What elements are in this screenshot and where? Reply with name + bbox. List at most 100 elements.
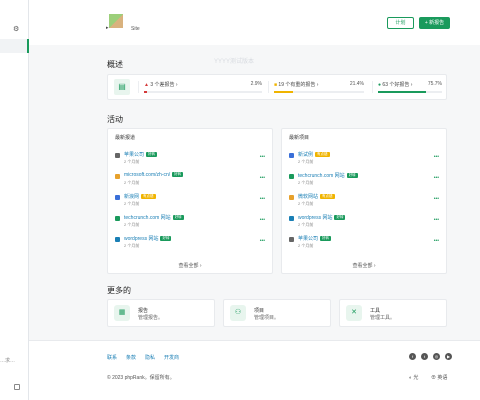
more-options-icon[interactable]: ••• <box>434 238 439 244</box>
view-all-projects-link[interactable]: 查看全部 › <box>282 262 446 269</box>
gear-icon[interactable]: ⚙ <box>13 25 19 33</box>
status-badge: 好转 <box>160 236 172 242</box>
facebook-icon[interactable]: f <box>409 353 416 360</box>
overview-good-bar <box>378 91 442 93</box>
more-options-icon[interactable]: ••• <box>260 154 265 160</box>
more-options-icon[interactable]: ••• <box>434 196 439 202</box>
list-item-name[interactable]: 新浪网 有点错 <box>124 193 156 200</box>
plan-button[interactable]: 计划 <box>387 17 414 29</box>
list-item-name-text: 苹果公司 <box>298 236 319 242</box>
more-options-icon[interactable]: ••• <box>260 196 265 202</box>
more-card-title: 项目 <box>254 308 265 314</box>
list-item-time: 2 个月前 <box>298 243 314 248</box>
list-item[interactable]: wordpress 网站 好转 2 个月前 ••• <box>289 214 439 230</box>
new-report-button[interactable]: + 新报告 <box>419 17 450 29</box>
list-item[interactable]: techcrunch.com 网站 好转 2 个月前 ••• <box>115 214 265 230</box>
youtube-icon[interactable]: ▶ <box>445 353 452 360</box>
status-badge: 好转 <box>346 173 358 179</box>
status-badge: 好转 <box>172 215 184 221</box>
status-badge: 好转 <box>172 172 184 178</box>
overview-good-reports-label[interactable]: ● 63 个好报告 › <box>378 81 412 88</box>
list-item-name[interactable]: microsoft.com/zh-cn/好转 <box>124 172 184 178</box>
overview-bad-pct: 2.9% <box>250 81 262 87</box>
view-all-reports-link[interactable]: 查看全部 › <box>108 262 272 269</box>
activity-title: 活动 <box>107 115 123 124</box>
project-icon: ⚇ <box>230 305 246 321</box>
list-item-name-text: 新浪网 <box>124 194 140 200</box>
divider <box>268 81 269 93</box>
overview-warn-reports-label[interactable]: ■ 19 个有重的报告 › <box>274 81 318 88</box>
list-item-time: 2 个月前 <box>124 243 140 248</box>
list-item-name[interactable]: techcrunch.com 网站 好转 <box>298 172 358 179</box>
collapse-icon[interactable] <box>14 384 20 390</box>
more-options-icon[interactable]: ••• <box>260 217 265 223</box>
list-item[interactable]: 苹果公司 好转 2 个月前 ••• <box>115 151 265 167</box>
latest-reports-card: 最新报道 苹果公司 好转 2 个月前 ••• microsoft.com/zh-cn/好… <box>107 128 273 274</box>
more-options-icon[interactable]: ••• <box>260 238 265 244</box>
footer-link-developers[interactable]: 开发商 <box>164 354 179 361</box>
list-item-name[interactable]: 苹果公司 好转 <box>124 151 158 158</box>
overview-bad-reports-label[interactable]: ▲ 3 个差报告 › <box>144 81 178 88</box>
list-item[interactable]: 新浪网 有点错 2 个月前 ••• <box>115 193 265 209</box>
list-item-name-text: wordpress 网站 <box>298 215 333 221</box>
list-item-name[interactable]: wordpress 网站 好转 <box>298 214 346 221</box>
more-title: 更多的 <box>107 286 131 295</box>
overview-bad-bar-fill <box>144 91 148 93</box>
instagram-icon[interactable]: ◎ <box>433 353 440 360</box>
page-header: ▸ Site 计划 + 新报告 <box>29 0 480 45</box>
list-item[interactable]: 微软网站 有点错 2 个月前 ••• <box>289 193 439 209</box>
list-item-time: 2 个月前 <box>298 159 314 164</box>
footer-link-privacy[interactable]: 隐私 <box>145 354 155 361</box>
more-options-icon[interactable]: ••• <box>260 175 265 181</box>
overview-good-pct: 75.7% <box>427 81 442 87</box>
more-card-reports[interactable]: ▦ 报告 管理报告。 <box>107 299 215 327</box>
copyright-text: © 2023 phpRank。保留所有。 <box>107 375 175 381</box>
footer-link-terms[interactable]: 条款 <box>126 354 136 361</box>
sidebar-active-item[interactable] <box>0 39 29 53</box>
overview-warn-bar-fill <box>274 91 294 93</box>
overview-warn-bar <box>274 91 364 93</box>
overview-bad-bar <box>144 91 262 93</box>
site-favicon-icon <box>289 237 294 242</box>
list-item[interactable]: 新试例 有点错 2 个月前 ••• <box>289 151 439 167</box>
status-badge: 好转 <box>146 152 158 158</box>
sidebar: ⚙ …求… <box>0 0 29 400</box>
more-card-title: 报告 <box>138 308 149 314</box>
list-item-name-text: wordpress 网站 <box>124 236 159 242</box>
status-badge: 好转 <box>334 215 346 221</box>
overview-icon: ▤ <box>114 79 130 95</box>
more-card-title: 工具 <box>370 308 381 314</box>
app-root: ⚙ …求… ▸ Site 计划 + 新报告 YYYY测试版本 概述 ▤ ▲ 3 … <box>0 0 480 400</box>
language-selector[interactable]: ⊕ 英语 <box>431 374 447 381</box>
list-item[interactable]: wordpress 网站 好转 2 个月前 ••• <box>115 235 265 251</box>
report-icon: ▦ <box>114 305 130 321</box>
tools-icon: ✕ <box>346 305 362 321</box>
theme-toggle[interactable]: ◐ 光 <box>409 374 418 381</box>
list-item-name[interactable]: 微软网站 有点错 <box>298 193 335 200</box>
list-item[interactable]: microsoft.com/zh-cn/好转 2 个月前 ••• <box>115 172 265 188</box>
latest-projects-heading: 最新项目 <box>289 135 310 141</box>
more-options-icon[interactable]: ••• <box>434 154 439 160</box>
list-item-name[interactable]: 新试例 有点错 <box>298 151 330 158</box>
list-item-name[interactable]: wordpress 网站 好转 <box>124 235 172 242</box>
more-options-icon[interactable]: ••• <box>434 175 439 181</box>
list-item-time: 2 个月前 <box>298 222 314 227</box>
more-card-projects[interactable]: ⚇ 项目 管理项目。 <box>223 299 331 327</box>
footer-link-contact[interactable]: 联系 <box>107 354 117 361</box>
list-item[interactable]: 苹果公司 好转 2 个月前 ••• <box>289 235 439 251</box>
status-badge: 有点错 <box>315 152 330 158</box>
list-item-name-text: techcrunch.com 网站 <box>124 215 171 221</box>
site-favicon-icon <box>289 216 294 221</box>
list-item-time: 2 个月前 <box>124 180 140 185</box>
more-card-tools[interactable]: ✕ 工具 管理工具。 <box>339 299 447 327</box>
site-favicon-icon <box>115 237 120 242</box>
list-item[interactable]: techcrunch.com 网站 好转 2 个月前 ••• <box>289 172 439 188</box>
overview-title: 概述 <box>107 60 123 69</box>
more-card-desc: 管理工具。 <box>370 315 396 321</box>
twitter-icon[interactable]: t <box>421 353 428 360</box>
site-logo <box>109 14 123 28</box>
list-item-name[interactable]: 苹果公司 好转 <box>298 235 332 242</box>
list-item-name[interactable]: techcrunch.com 网站 好转 <box>124 214 184 221</box>
more-options-icon[interactable]: ••• <box>434 217 439 223</box>
divider <box>372 81 373 93</box>
